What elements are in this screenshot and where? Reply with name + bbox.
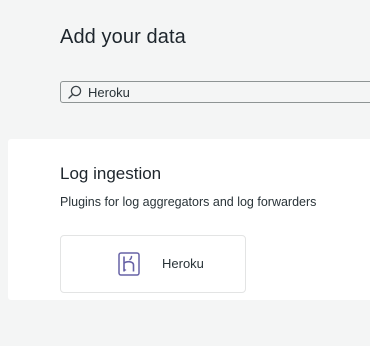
- section-title: Log ingestion: [60, 164, 162, 183]
- search-input[interactable]: [88, 82, 368, 102]
- integration-tile-heroku[interactable]: Heroku: [60, 235, 246, 293]
- section-description: Plugins for log aggregators and log forw…: [60, 195, 317, 209]
- add-data-page: Add your data Log ingestion Plugins for …: [0, 0, 370, 346]
- search-box[interactable]: [60, 81, 370, 103]
- page-title: Add your data: [60, 26, 186, 48]
- log-ingestion-panel: Log ingestion Plugins for log aggregator…: [8, 139, 370, 300]
- search-icon: [68, 85, 82, 99]
- tile-label: Heroku: [162, 256, 204, 271]
- heroku-logo-icon: [118, 252, 140, 276]
